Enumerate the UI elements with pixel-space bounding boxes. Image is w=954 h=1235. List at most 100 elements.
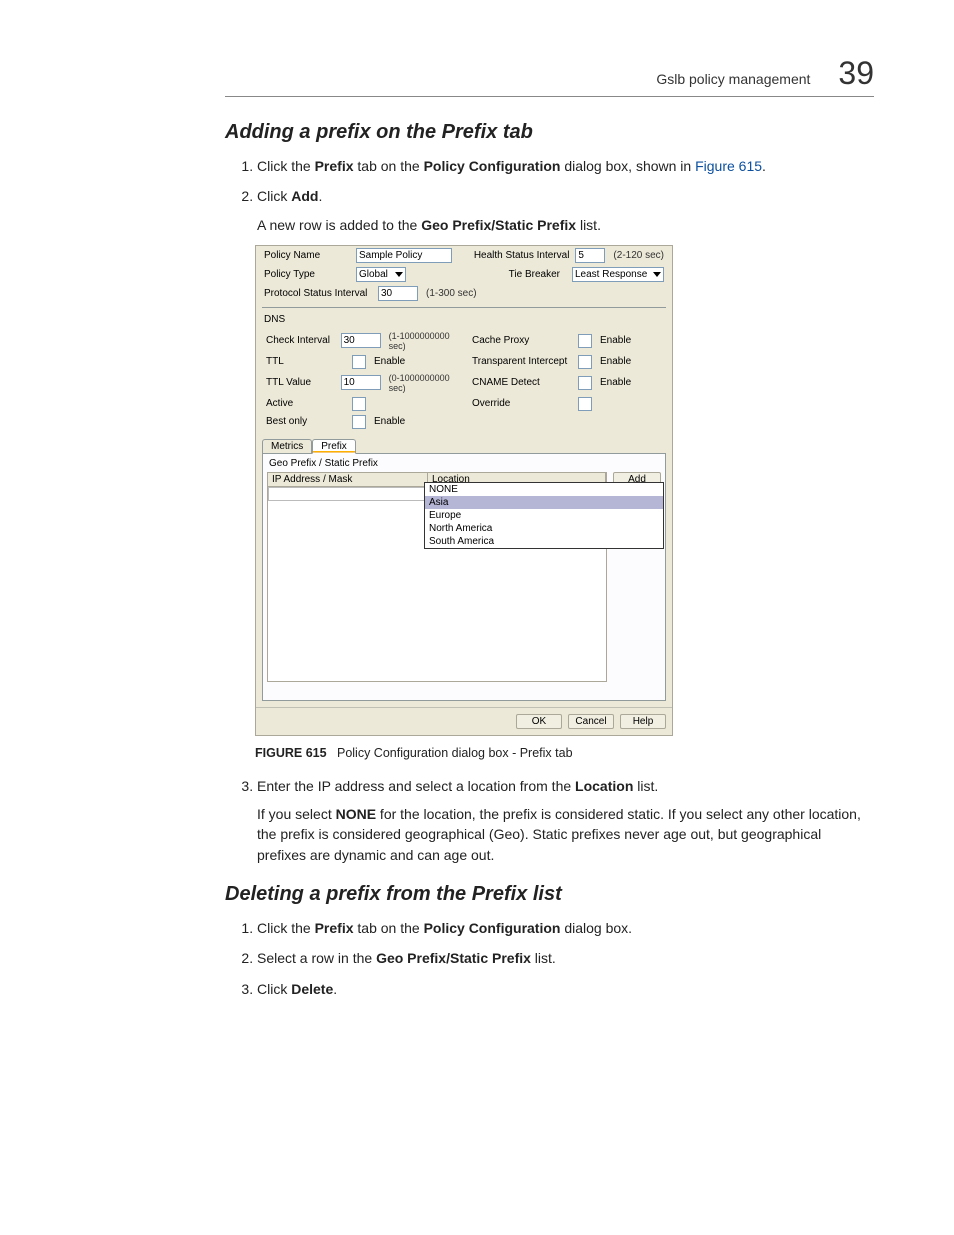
text: Enter the IP address and select a locati… <box>257 778 575 794</box>
location-option[interactable]: South America <box>425 535 607 548</box>
tab-metrics[interactable]: Metrics <box>262 439 312 453</box>
text: If you select <box>257 806 336 822</box>
step-d2: Select a row in the Geo Prefix/Static Pr… <box>257 948 874 968</box>
cancel-button[interactable]: Cancel <box>568 714 614 729</box>
figure-link[interactable]: Figure 615 <box>695 158 762 174</box>
col-ip: IP Address / Mask <box>268 473 428 486</box>
bold: Add <box>291 188 318 204</box>
bold: Delete <box>291 981 333 997</box>
policy-config-dialog: Policy Name Health Status Interval (2-12… <box>255 245 673 736</box>
dropdown-value: Least Response <box>575 269 647 280</box>
override-label: Override <box>472 398 574 409</box>
bold: NONE <box>336 806 376 822</box>
cname-checkbox[interactable] <box>578 376 592 390</box>
step-1: Click the Prefix tab on the Policy Confi… <box>257 156 874 176</box>
chapter-number: 39 <box>838 55 874 92</box>
bold: Geo Prefix/Static Prefix <box>376 950 531 966</box>
ip-address-input[interactable] <box>268 487 428 501</box>
steps-add: Click the Prefix tab on the Policy Confi… <box>225 156 874 235</box>
check-interval-label: Check Interval <box>266 335 337 346</box>
chevron-down-icon <box>653 272 661 277</box>
enable-text: Enable <box>374 416 405 427</box>
divider <box>262 307 666 308</box>
text: tab on the <box>354 158 424 174</box>
policy-type-label: Policy Type <box>264 269 352 280</box>
text: list. <box>531 950 556 966</box>
tiebreaker-dropdown[interactable]: Least Response <box>572 267 664 282</box>
policy-name-label: Policy Name <box>264 250 352 261</box>
bold: Policy Configuration <box>424 920 561 936</box>
step-2: Click Add. A new row is added to the Geo… <box>257 186 874 235</box>
enable-text: Enable <box>600 356 631 367</box>
dropdown-value: Global <box>359 269 388 280</box>
tabstrip: Metrics Prefix <box>256 435 672 453</box>
enable-text: Enable <box>600 335 631 346</box>
health-label: Health Status Interval <box>474 250 570 261</box>
step-d1: Click the Prefix tab on the Policy Confi… <box>257 918 874 938</box>
section-heading-add: Adding a prefix on the Prefix tab <box>225 121 874 144</box>
proto-input[interactable] <box>378 286 418 301</box>
text: dialog box. <box>560 920 632 936</box>
help-button[interactable]: Help <box>620 714 666 729</box>
text: . <box>333 981 337 997</box>
check-interval-hint: (1-1000000000 sec) <box>389 331 458 351</box>
policy-type-dropdown[interactable]: Global <box>356 267 406 282</box>
text: A new row is added to the <box>257 217 421 233</box>
bold: Prefix <box>315 158 354 174</box>
prefix-subtitle: Geo Prefix / Static Prefix <box>267 458 661 472</box>
health-hint: (2-120 sec) <box>613 250 664 261</box>
enable-text: Enable <box>600 377 631 388</box>
header-rule <box>225 96 874 97</box>
step-d3: Click Delete. <box>257 979 874 999</box>
dns-title: DNS <box>256 312 672 327</box>
chevron-down-icon <box>395 272 403 277</box>
policy-name-input[interactable] <box>356 248 452 263</box>
text: list. <box>576 217 601 233</box>
active-checkbox[interactable] <box>352 397 366 411</box>
steps-add-cont: Enter the IP address and select a locati… <box>225 776 874 865</box>
ok-button[interactable]: OK <box>516 714 562 729</box>
health-input[interactable] <box>575 248 605 263</box>
dns-grid: Check Interval (1-1000000000 sec) Cache … <box>256 327 672 435</box>
step-2-para: A new row is added to the Geo Prefix/Sta… <box>257 215 874 235</box>
bold: Policy Configuration <box>424 158 561 174</box>
cache-proxy-checkbox[interactable] <box>578 334 592 348</box>
bold: Location <box>575 778 633 794</box>
ttl-value-input[interactable] <box>341 375 381 390</box>
prefix-tab-body: Geo Prefix / Static Prefix IP Address / … <box>262 453 666 701</box>
active-label: Active <box>266 398 348 409</box>
ttl-checkbox[interactable] <box>352 355 366 369</box>
location-option[interactable]: NONE <box>425 483 607 496</box>
ttl-label: TTL <box>266 356 348 367</box>
text: Click <box>257 981 291 997</box>
figure-number: FIGURE 615 <box>255 746 327 760</box>
ttl-value-hint: (0-1000000000 sec) <box>389 373 458 393</box>
transparent-label: Transparent Intercept <box>472 356 574 367</box>
text: list. <box>633 778 658 794</box>
cache-proxy-label: Cache Proxy <box>472 335 574 346</box>
step-3: Enter the IP address and select a locati… <box>257 776 874 865</box>
transparent-checkbox[interactable] <box>578 355 592 369</box>
best-only-checkbox[interactable] <box>352 415 366 429</box>
bold: Geo Prefix/Static Prefix <box>421 217 576 233</box>
check-interval-input[interactable] <box>341 333 381 348</box>
proto-hint: (1-300 sec) <box>426 288 477 299</box>
step-3-para: If you select NONE for the location, the… <box>257 804 874 865</box>
cname-label: CNAME Detect <box>472 377 574 388</box>
text: . <box>762 158 766 174</box>
tab-prefix[interactable]: Prefix <box>312 439 356 454</box>
location-option[interactable]: Asia <box>425 496 607 509</box>
section-heading-delete: Deleting a prefix from the Prefix list <box>225 883 874 906</box>
page-header: Gslb policy management 39 <box>225 55 874 92</box>
best-only-label: Best only <box>266 416 348 427</box>
location-option[interactable]: Europe <box>425 509 607 522</box>
text: Select a row in the <box>257 950 376 966</box>
location-option[interactable]: North America <box>425 522 607 535</box>
tiebreaker-label: Tie Breaker <box>509 269 560 280</box>
override-checkbox[interactable] <box>578 397 592 411</box>
text: Click the <box>257 920 315 936</box>
enable-text: Enable <box>374 356 405 367</box>
figure-caption-text: Policy Configuration dialog box - Prefix… <box>337 746 573 760</box>
steps-delete: Click the Prefix tab on the Policy Confi… <box>225 918 874 999</box>
text: dialog box, shown in <box>560 158 695 174</box>
